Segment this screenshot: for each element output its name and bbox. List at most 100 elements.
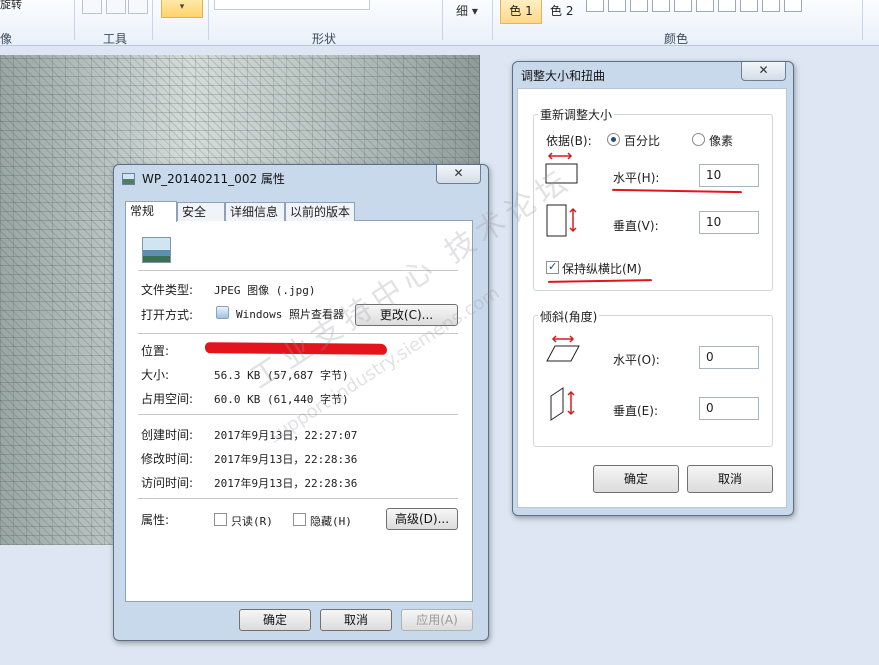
modified-label: 修改时间: [141,452,194,466]
hidden-checkbox[interactable] [293,513,306,526]
skew-horizontal-label: 水平(O): [613,353,660,367]
close-icon: ✕ [758,63,769,77]
pixels-radio[interactable] [692,133,705,146]
ribbon-group-tools: 工具 [103,32,128,46]
color-swatch[interactable] [608,0,626,12]
color-swatch[interactable] [586,0,604,12]
accessed-value: 2017年9月13日，22:28:36 [214,477,358,490]
percent-label: 百分比 [624,134,661,148]
ribbon-separator [492,0,493,40]
size-label: 大小: [141,368,170,382]
file-type-value: JPEG 图像 (.jpg) [214,284,316,297]
shape-fill-dropdown[interactable]: ▾ [161,0,203,18]
divider [138,414,458,415]
apply-button[interactable]: 应用(A) [401,609,473,631]
color-swatch[interactable] [696,0,714,12]
photo-viewer-icon [216,306,229,319]
size-label: 细 [456,4,469,18]
ribbon-separator [442,0,443,40]
image-file-icon [142,237,171,263]
vertical-resize-icon [545,203,581,239]
keep-ratio-label: 保持纵横比(M) [562,262,642,276]
close-button[interactable]: ✕ [741,62,786,81]
vertical-skew-icon [548,386,580,422]
divider [138,498,458,499]
chevron-down-icon: ▾ [179,2,185,12]
skew-vertical-input[interactable]: 0 [699,397,759,420]
ok-button[interactable]: 确定 [239,609,311,631]
cancel-button[interactable]: 取消 [320,609,392,631]
color-swatch[interactable] [762,0,780,12]
color-swatch[interactable] [740,0,758,12]
location-redaction [204,342,388,355]
readonly-label: 只读(R) [231,515,273,528]
accessed-label: 访问时间: [141,476,194,490]
picture-file-icon [122,173,135,185]
ribbon: 旋转 像 工具 ▾ 形状 细 ▾ 色 1 色 2 颜色 [0,0,879,46]
attributes-label: 属性: [141,513,170,527]
resize-cancel-button[interactable]: 取消 [687,465,773,493]
opens-with-label: 打开方式: [141,308,194,322]
vertical-input[interactable]: 10 [699,211,759,234]
horizontal-skew-icon [545,335,581,365]
resize-title: 调整大小和扭曲 [521,69,606,83]
tab-details[interactable]: 详细信息 [225,202,285,221]
horizontal-resize-icon [545,152,579,186]
skew-horizontal-input[interactable]: 0 [699,346,759,369]
ribbon-separator [74,0,75,40]
ribbon-group-colors: 颜色 [664,32,689,46]
ribbon-group-shapes: 形状 [312,32,337,46]
size-value: 56.3 KB (57,687 字节) [214,369,349,382]
tab-previous-versions[interactable]: 以前的版本 [285,202,355,221]
disk-size-label: 占用空间: [141,392,194,406]
skew-vertical-label: 垂直(E): [613,404,658,418]
magnifier-icon[interactable] [128,0,148,14]
disk-size-value: 60.0 KB (61,440 字节) [214,393,349,406]
divider [138,270,458,271]
general-tab-pane [125,220,473,602]
tab-general[interactable]: 常规 [125,201,177,222]
close-button[interactable]: ✕ [436,165,481,184]
color-swatch[interactable] [652,0,670,12]
ribbon-separator [862,0,863,40]
vertical-label: 垂直(V): [613,219,659,233]
hidden-label: 隐藏(H) [310,515,352,528]
advanced-button[interactable]: 高级(D)... [386,508,458,530]
modified-value: 2017年9月13日，22:28:36 [214,453,358,466]
divider [138,333,458,334]
color-swatch[interactable] [630,0,648,12]
color-swatch[interactable] [674,0,692,12]
tab-security[interactable]: 安全 [177,202,225,221]
horizontal-input[interactable]: 10 [699,164,759,187]
close-icon: ✕ [453,166,464,180]
readonly-checkbox[interactable] [214,513,227,526]
by-label: 依据(B): [546,134,592,148]
ribbon-separator [208,0,209,40]
change-button[interactable]: 更改(C)... [355,304,458,326]
horizontal-label: 水平(H): [613,171,660,185]
rotate-fragment[interactable]: 旋转 [0,0,22,12]
resize-ok-button[interactable]: 确定 [593,465,679,493]
color1-button[interactable]: 色 1 [500,0,542,24]
file-type-label: 文件类型: [141,283,194,297]
properties-title: WP_20140211_002 属性 [142,172,285,186]
percent-radio[interactable] [607,133,620,146]
keep-ratio-checkbox[interactable] [546,260,559,274]
skew-group-title: 倾斜(角度) [538,308,600,325]
size-dropdown[interactable]: 细 ▾ [456,2,478,19]
created-label: 创建时间: [141,428,194,442]
opens-with-value: Windows 照片查看器 [236,308,344,321]
location-label: 位置: [141,344,170,358]
color-swatch[interactable] [784,0,802,12]
shapes-gallery[interactable] [214,0,370,10]
resize-group-title: 重新调整大小 [538,106,615,123]
color2-button[interactable]: 色 2 [550,2,573,19]
color1-label: 色 1 [509,4,533,18]
eraser-icon[interactable] [82,0,102,14]
ribbon-separator [152,0,153,40]
color-picker-icon[interactable] [106,0,126,14]
ribbon-group-image: 像 [0,32,13,46]
color-swatch[interactable] [718,0,736,12]
created-value: 2017年9月13日，22:27:07 [214,429,358,442]
chevron-down-icon: ▾ [471,4,478,18]
